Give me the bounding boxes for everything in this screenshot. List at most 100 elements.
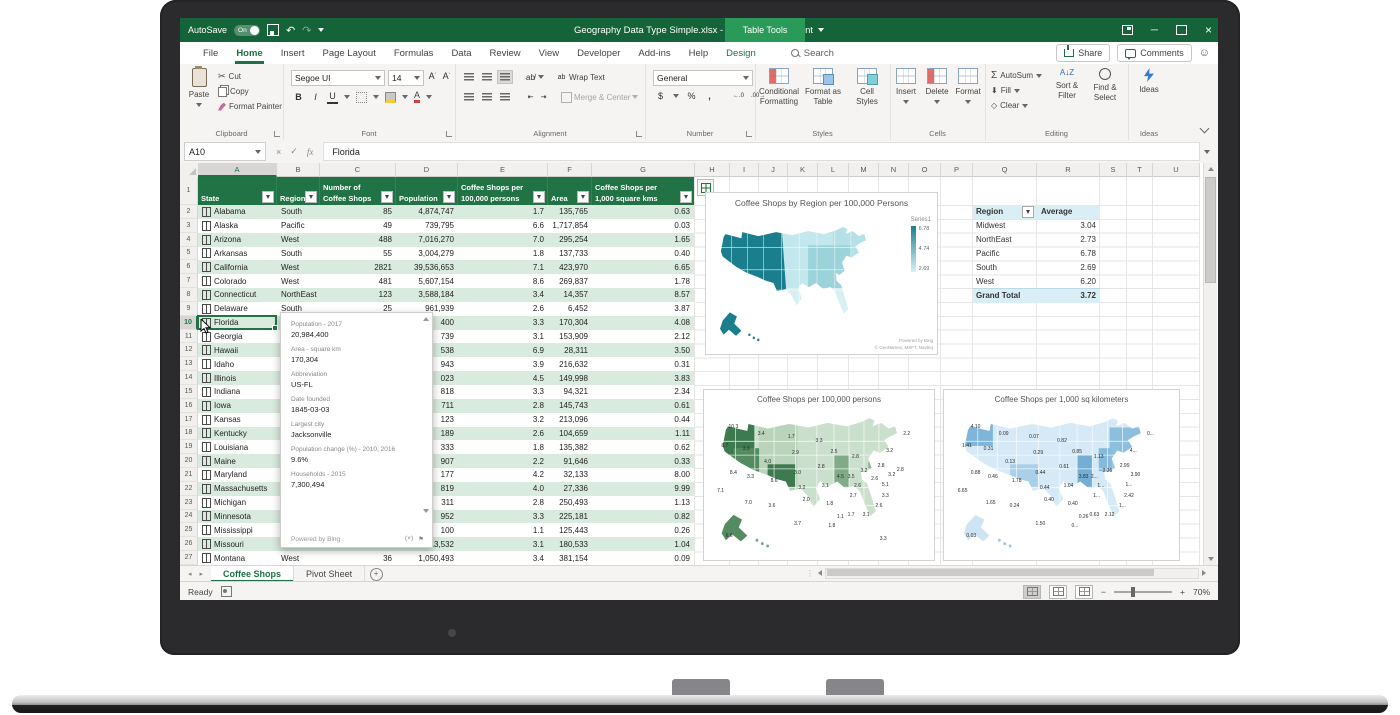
normal-view-button[interactable] <box>1023 585 1041 599</box>
table-header-cell[interactable]: Number of Coffee Shops <box>320 177 396 205</box>
cell-styles-button[interactable]: CellStyles <box>845 68 889 107</box>
area-cell[interactable]: 32,133 <box>548 468 592 482</box>
per-100k-cell[interactable]: 1.8 <box>458 440 548 454</box>
per-1000km-cell[interactable]: 0.40 <box>592 247 695 261</box>
state-cell[interactable]: Arizona <box>198 233 277 247</box>
cancel-icon[interactable]: × <box>276 147 281 157</box>
per-100k-cell[interactable]: 4.5 <box>458 371 548 385</box>
column-header[interactable]: L <box>818 163 849 177</box>
font-family-select[interactable]: Segoe UI <box>291 70 385 86</box>
area-cell[interactable]: 27,336 <box>548 482 592 496</box>
per-100k-cell[interactable]: 3.1 <box>458 330 548 344</box>
row-header[interactable]: 5 <box>180 247 198 261</box>
zoom-slider-thumb[interactable] <box>1131 587 1135 597</box>
align-right-button[interactable] <box>497 90 513 104</box>
area-cell[interactable]: 28,311 <box>548 343 592 357</box>
per-100k-cell[interactable]: 2.8 <box>458 496 548 510</box>
column-header[interactable]: A <box>198 163 277 177</box>
per-1000km-cell[interactable]: 0.61 <box>592 399 695 413</box>
state-cell[interactable]: Alabama <box>198 205 277 219</box>
area-cell[interactable]: 125,443 <box>548 523 592 537</box>
area-cell[interactable]: 180,533 <box>548 537 592 551</box>
scroll-down-icon[interactable] <box>1204 553 1217 565</box>
state-cell[interactable]: Arkansas <box>198 247 277 261</box>
table-row[interactable]: Hawaii 538 6.9 28,311 3.50 <box>198 343 695 357</box>
column-header[interactable]: S <box>1100 163 1127 177</box>
per-1000km-cell[interactable]: 2.12 <box>592 330 695 344</box>
per-1000km-cell[interactable]: 0.33 <box>592 454 695 468</box>
filter-button[interactable] <box>381 191 393 203</box>
per-1000km-cell[interactable]: 8.00 <box>592 468 695 482</box>
population-cell[interactable]: 1,050,493 <box>396 551 458 565</box>
per-100k-cell[interactable]: 2.8 <box>458 399 548 413</box>
per-1000km-cell[interactable]: 0.31 <box>592 357 695 371</box>
region-cell[interactable]: West <box>277 551 320 565</box>
table-row[interactable]: Indiana 818 3.3 94,321 2.34 <box>198 385 695 399</box>
table-row[interactable]: Missouri Midwest 188 6,113,532 3.1 180,5… <box>198 537 695 551</box>
pivot-row[interactable]: NorthEast 2.73 <box>973 233 1100 247</box>
area-cell[interactable]: 250,493 <box>548 496 592 510</box>
area-cell[interactable]: 423,970 <box>548 260 592 274</box>
delete-cells-button[interactable]: Delete <box>922 68 952 107</box>
increase-decimal-button[interactable]: ←.0 <box>733 90 744 102</box>
area-cell[interactable]: 149,998 <box>548 371 592 385</box>
per-100k-cell[interactable]: 3.1 <box>458 537 548 551</box>
row-header[interactable]: 18 <box>180 427 198 441</box>
table-header-cell[interactable]: State <box>198 177 277 205</box>
state-cell[interactable]: Mississippi <box>198 523 277 537</box>
shrink-font-button[interactable]: Aˇ <box>441 70 452 82</box>
row-header[interactable]: 22 <box>180 482 198 496</box>
font-size-select[interactable]: 14 <box>388 70 424 86</box>
per-1000km-cell[interactable]: 1.11 <box>592 427 695 441</box>
copy-button[interactable]: Copy <box>218 84 282 99</box>
shops-cell[interactable]: 2821 <box>320 260 396 274</box>
per-100k-cell[interactable]: 3.3 <box>458 385 548 399</box>
area-cell[interactable]: 137,733 <box>548 247 592 261</box>
new-sheet-button[interactable]: + <box>365 566 387 582</box>
zoom-level[interactable]: 70% <box>1193 587 1210 597</box>
ribbon-tab[interactable]: Developer <box>568 42 629 64</box>
state-cell[interactable]: Indiana <box>198 385 277 399</box>
state-cell[interactable]: Maine <box>198 454 277 468</box>
sheet-tab[interactable]: Pivot Sheet <box>294 566 365 582</box>
shops-cell[interactable]: 123 <box>320 288 396 302</box>
pivot-row[interactable]: South 2.69 <box>973 260 1100 274</box>
region-cell[interactable]: West <box>277 233 320 247</box>
area-cell[interactable]: 170,304 <box>548 316 592 330</box>
column-header[interactable]: G <box>592 163 695 177</box>
shops-cell[interactable]: 85 <box>320 205 396 219</box>
per-100k-cell[interactable]: 4.2 <box>458 468 548 482</box>
state-cell[interactable]: Idaho <box>198 357 277 371</box>
table-header-cell[interactable]: Population <box>396 177 458 205</box>
table-row[interactable]: Illinois 023 4.5 149,998 3.83 <box>198 371 695 385</box>
table-row[interactable]: California West 2821 39,536,653 7.1 423,… <box>198 260 695 274</box>
area-cell[interactable]: 14,357 <box>548 288 592 302</box>
population-cell[interactable]: 4,874,747 <box>396 205 458 219</box>
state-cell[interactable]: Michigan <box>198 496 277 510</box>
filter-button[interactable] <box>305 191 317 203</box>
table-row[interactable]: Maine 907 2.2 91,646 0.33 <box>198 454 695 468</box>
undo-icon[interactable]: ↶ <box>286 24 295 37</box>
table-tools-tab[interactable]: Table Tools <box>725 18 805 42</box>
align-center-button[interactable] <box>479 90 495 104</box>
chart-region-map[interactable]: Coffee Shops by Region per 100,000 Perso… <box>705 192 938 355</box>
grow-font-button[interactable]: Aˆ <box>427 70 438 82</box>
state-cell[interactable]: Alaska <box>198 219 277 233</box>
table-row[interactable]: Alabama South 85 4,874,747 1.7 135,765 0… <box>198 205 695 219</box>
shops-cell[interactable]: 49 <box>320 219 396 233</box>
per-100k-cell[interactable]: 6.9 <box>458 343 548 357</box>
find-select-button[interactable]: Find &Select <box>1087 68 1123 103</box>
align-left-button[interactable] <box>461 90 477 104</box>
table-row[interactable]: Georgia 739 3.1 153,909 2.12 <box>198 330 695 344</box>
tab-scroll-left-icon[interactable]: ◂ <box>188 570 192 578</box>
row-header[interactable]: 20 <box>180 454 198 468</box>
row-header[interactable]: 27 <box>180 551 198 565</box>
state-cell[interactable]: Montana <box>198 551 277 565</box>
number-format-select[interactable]: General <box>653 70 753 86</box>
feedback-smiley-icon[interactable]: ☺ <box>1199 47 1210 59</box>
align-top-button[interactable] <box>461 70 477 84</box>
collapse-ribbon-icon[interactable] <box>1200 124 1210 134</box>
conditional-formatting-button[interactable]: ConditionalFormatting <box>757 68 801 107</box>
align-middle-button[interactable] <box>479 70 495 84</box>
paste-button[interactable]: Paste <box>184 68 214 110</box>
